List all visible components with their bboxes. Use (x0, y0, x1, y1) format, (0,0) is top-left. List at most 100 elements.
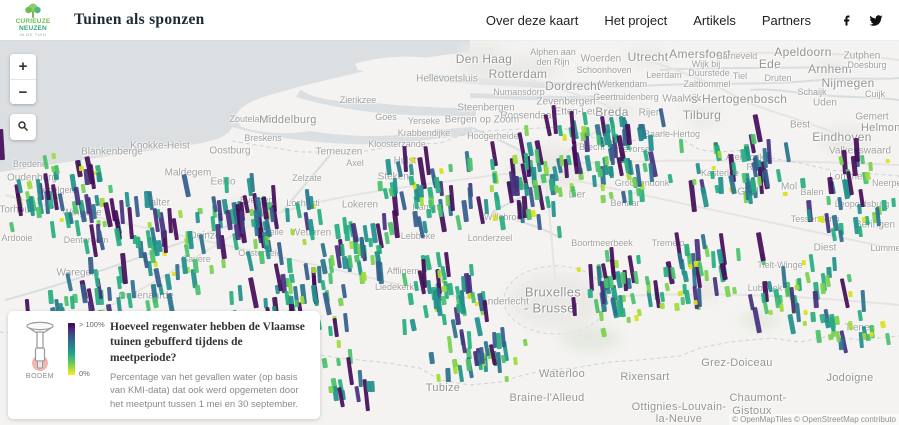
data-bar[interactable] (562, 134, 566, 141)
data-bar[interactable] (311, 267, 316, 274)
data-bar[interactable] (592, 175, 597, 187)
data-bar[interactable] (194, 285, 200, 296)
data-bar[interactable] (881, 200, 886, 211)
data-bar[interactable] (545, 167, 550, 174)
nav-partners[interactable]: Partners (762, 13, 811, 28)
logo-text-2: NEUZEN (19, 25, 47, 32)
data-bar[interactable] (489, 185, 494, 192)
data-bar[interactable] (680, 297, 684, 305)
data-bar[interactable] (342, 255, 348, 268)
data-bar[interactable] (344, 225, 350, 241)
data-bar[interactable] (59, 217, 63, 222)
data-bar[interactable] (711, 165, 716, 170)
data-bar[interactable] (178, 209, 183, 218)
data-bar[interactable] (600, 195, 606, 203)
data-bar[interactable] (337, 340, 341, 348)
data-bar[interactable] (848, 321, 853, 330)
data-bar[interactable] (596, 135, 601, 145)
data-bar[interactable] (803, 321, 807, 326)
data-bar[interactable] (810, 312, 815, 322)
data-bar[interactable] (340, 244, 345, 256)
data-bar[interactable] (620, 272, 625, 284)
logo-text-3: IN DE TUIN (19, 32, 46, 37)
data-bar[interactable] (524, 125, 529, 137)
data-bar[interactable] (534, 191, 540, 200)
data-bar[interactable] (361, 271, 367, 280)
data-bar[interactable] (600, 328, 606, 337)
data-bar[interactable] (693, 299, 698, 304)
data-bar[interactable] (321, 358, 327, 368)
data-bar[interactable] (294, 299, 299, 306)
data-bar[interactable] (96, 172, 102, 182)
twitter-icon[interactable] (869, 14, 883, 27)
data-bar[interactable] (328, 385, 334, 392)
data-bar[interactable] (622, 128, 627, 145)
data-bar[interactable] (614, 259, 619, 268)
data-bar[interactable] (377, 181, 382, 191)
data-bar[interactable] (588, 288, 593, 297)
app-logo[interactable]: CURIEUZE NEUZEN IN DE TUIN (10, 3, 56, 38)
nav-artikels[interactable]: Artikels (693, 13, 736, 28)
data-bar[interactable] (710, 171, 715, 180)
data-bar[interactable] (369, 381, 375, 393)
data-bar[interactable] (869, 332, 874, 337)
data-bar[interactable] (800, 178, 806, 188)
data-bar[interactable] (820, 283, 826, 295)
data-bar[interactable] (626, 316, 630, 323)
zoom-in-button[interactable]: + (10, 54, 36, 79)
data-bar[interactable] (221, 259, 226, 268)
data-bar[interactable] (338, 298, 344, 307)
nav-over-deze-kaart[interactable]: Over deze kaart (486, 13, 579, 28)
data-bar[interactable] (683, 244, 689, 256)
data-bar[interactable] (368, 238, 373, 248)
data-bar[interactable] (436, 374, 441, 382)
data-bar[interactable] (516, 200, 521, 219)
data-bar[interactable] (106, 287, 111, 301)
data-bar[interactable] (862, 216, 866, 221)
data-bar[interactable] (826, 196, 831, 206)
data-bar[interactable] (678, 291, 683, 297)
data-bar[interactable] (467, 158, 473, 171)
data-bar[interactable] (224, 177, 229, 194)
data-bar[interactable] (328, 273, 333, 284)
data-bar[interactable] (441, 286, 446, 293)
data-bar[interactable] (413, 189, 419, 201)
search-icon (17, 120, 29, 132)
data-bar[interactable] (556, 226, 561, 238)
legend-color-scale: > 100% 0% (62, 320, 106, 378)
data-bar[interactable] (608, 166, 614, 177)
data-bar[interactable] (830, 330, 835, 337)
data-bar[interactable] (47, 289, 53, 304)
search-button[interactable] (10, 114, 36, 140)
data-bar[interactable] (868, 162, 873, 171)
data-bar[interactable] (354, 254, 360, 262)
nav-het-project[interactable]: Het project (604, 13, 667, 28)
data-bar[interactable] (504, 376, 509, 383)
data-bar[interactable] (513, 356, 518, 365)
data-bar[interactable] (604, 155, 609, 164)
data-bar[interactable] (492, 215, 497, 221)
data-bar[interactable] (445, 368, 450, 382)
data-bar[interactable] (717, 151, 722, 158)
data-bar[interactable] (818, 216, 823, 222)
data-bar[interactable] (530, 210, 536, 217)
data-bar[interactable] (209, 265, 213, 274)
data-bar[interactable] (857, 204, 862, 215)
data-bar[interactable] (451, 359, 457, 367)
data-bar[interactable] (659, 303, 664, 310)
data-bar[interactable] (659, 292, 664, 302)
data-bar[interactable] (608, 276, 613, 288)
data-bar[interactable] (580, 132, 585, 141)
data-bar[interactable] (456, 303, 462, 312)
data-bar[interactable] (285, 208, 290, 222)
data-bar[interactable] (577, 267, 582, 272)
zoom-out-button[interactable]: − (10, 79, 36, 104)
data-bar[interactable] (735, 247, 740, 260)
data-bar[interactable] (302, 238, 307, 245)
data-bar[interactable] (78, 166, 83, 171)
data-bar[interactable] (448, 164, 452, 172)
rain-gauge-icon (20, 320, 60, 372)
data-bar[interactable] (328, 326, 333, 336)
data-bar[interactable] (195, 212, 200, 223)
facebook-icon[interactable] (841, 14, 853, 27)
